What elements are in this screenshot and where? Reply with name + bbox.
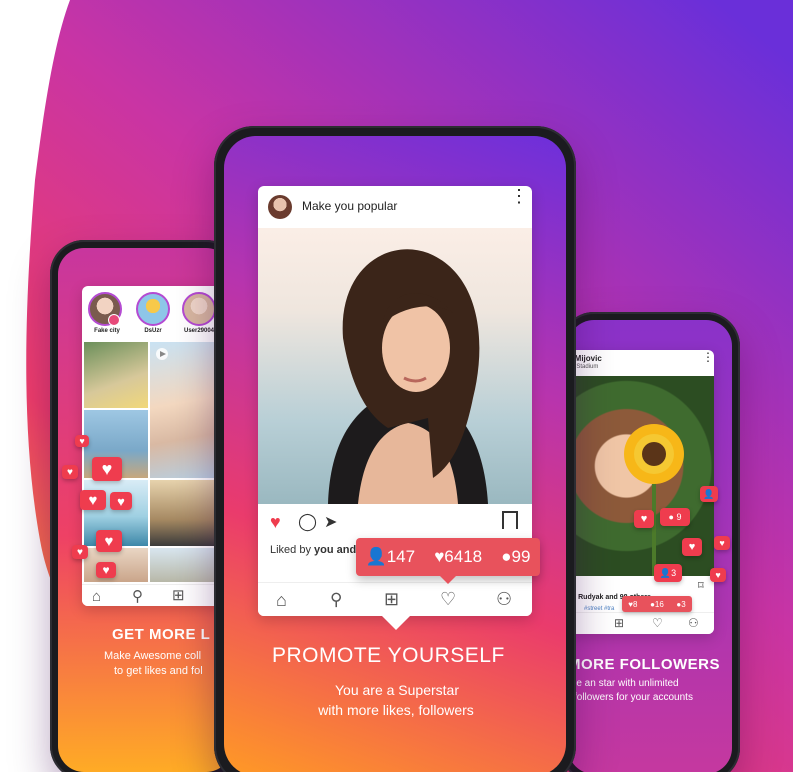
right-subtitle-line1: me an star with unlimited: [568, 678, 679, 689]
floating-heart-icon: ♥: [96, 562, 116, 578]
floating-heart-icon: ♥: [110, 492, 132, 510]
liked-by-prefix: Liked by: [270, 544, 315, 556]
floating-follower-icon: 👤: [700, 486, 718, 502]
add-post-icon[interactable]: ⊞: [614, 617, 624, 629]
center-phone-screen: Make you popular ⋮ ♥ ◯ ➤ Liked by you an…: [224, 136, 566, 772]
center-bottom-nav: ⌂ ⚲ ⊞ ♡ ⚇: [258, 582, 532, 616]
home-icon[interactable]: ⌂: [276, 591, 287, 609]
floating-heart-icon: ♥: [96, 530, 122, 552]
floating-follower-count: 👤 3: [654, 564, 682, 582]
activity-heart-icon[interactable]: ♡: [652, 617, 663, 629]
home-icon[interactable]: ⌂: [92, 589, 101, 604]
floating-heart-icon: ♥: [92, 457, 122, 481]
comments-stat: ●99: [501, 547, 531, 566]
search-icon[interactable]: ⚲: [132, 589, 143, 604]
grid-photo[interactable]: [150, 548, 214, 582]
bookmark-icon[interactable]: ⌑: [698, 579, 704, 592]
grid-photo[interactable]: [84, 342, 148, 408]
post-photo[interactable]: [258, 228, 532, 504]
left-subtitle-line2: to get likes and fol: [114, 665, 203, 677]
left-bottom-nav: ⌂ ⚲ ⊞: [82, 584, 232, 606]
liked-by-names[interactable]: you and: [314, 544, 356, 556]
right-stats-badge: ♥8 ●16 ●3: [622, 596, 692, 612]
left-subtitle-line1: Make Awesome coll: [104, 650, 202, 662]
add-post-icon[interactable]: ⊞: [172, 588, 185, 603]
floating-heart-icon: ♥: [710, 568, 726, 582]
right-heading: MORE FOLLOWERS: [568, 656, 720, 673]
left-feed-card: Fake city DsUzr User29004 ⌂ ⚲ ⊞: [82, 286, 232, 606]
grid-photo-video[interactable]: [150, 342, 214, 478]
comment-icon: ●16: [650, 599, 664, 609]
center-subtitle-line2: with more likes, followers: [318, 702, 474, 718]
post-title: Make you popular: [302, 199, 398, 213]
card-pointer: [382, 616, 410, 630]
grid-photo[interactable]: [150, 480, 214, 546]
share-icon[interactable]: ➤: [324, 512, 337, 532]
floating-heart-icon: ♥: [75, 435, 89, 447]
more-options-icon[interactable]: ⋮: [702, 351, 714, 363]
liked-by-text: Liked by you and: [270, 544, 356, 556]
story-avatar[interactable]: [182, 292, 216, 326]
center-subtitle-line1: You are a Superstar: [334, 682, 459, 698]
floating-heart-icon: ♥: [72, 545, 88, 559]
floating-heart-icon: ♥: [634, 510, 654, 528]
chat-icon: ●: [668, 512, 674, 522]
floating-heart-icon: ♥: [714, 536, 730, 550]
right-phone: a Mijovic ng Stadium ⋮ ➤ ⌑ sh Rudyak: [560, 312, 740, 772]
center-heading: PROMOTE YOURSELF: [272, 644, 505, 667]
comment-icon[interactable]: ◯: [298, 512, 317, 532]
center-phone: Make you popular ⋮ ♥ ◯ ➤ Liked by you an…: [214, 126, 576, 772]
heart-icon: ♥8: [628, 599, 638, 609]
add-post-icon[interactable]: ⊞: [384, 590, 399, 608]
profile-icon[interactable]: ⚇: [688, 617, 699, 629]
float-count: 3: [671, 568, 677, 578]
right-bottom-nav: ⊞ ♡ ⚇: [568, 612, 714, 634]
heart-icon: ♥: [434, 547, 445, 566]
bookmark-icon[interactable]: [502, 511, 518, 529]
float-count: 9: [676, 512, 682, 522]
left-phone-screen: Fake city DsUzr User29004 ⌂ ⚲ ⊞ GET MORE…: [58, 248, 232, 772]
post-author-avatar[interactable]: [268, 195, 292, 219]
left-heading: GET MORE L: [112, 626, 211, 643]
profile-icon[interactable]: ⚇: [496, 590, 512, 608]
person-icon: 👤: [659, 567, 672, 578]
floating-comment-count: ● 9: [660, 508, 690, 526]
follower-icon: ●3: [676, 599, 686, 609]
play-icon: [156, 348, 168, 360]
story-avatar[interactable]: [136, 292, 170, 326]
story-label: Fake city: [94, 328, 120, 334]
portrait-illustration: [328, 249, 488, 504]
grid-photo[interactable]: [84, 548, 148, 582]
person-icon: 👤: [365, 547, 387, 566]
story-badge-icon: [108, 314, 120, 326]
stats-badge: 👤147 ♥6418 ●99: [356, 538, 540, 576]
right-phone-screen: a Mijovic ng Stadium ⋮ ➤ ⌑ sh Rudyak: [568, 320, 732, 772]
story-label: DsUzr: [144, 328, 162, 334]
left-phone: Fake city DsUzr User29004 ⌂ ⚲ ⊞ GET MORE…: [50, 240, 240, 772]
followers-stat: 👤147: [365, 547, 416, 566]
promo-canvas: Fake city DsUzr User29004 ⌂ ⚲ ⊞ GET MORE…: [0, 0, 793, 772]
likes-stat: ♥6418: [434, 547, 483, 566]
activity-heart-icon[interactable]: ♡: [440, 590, 456, 608]
more-options-icon[interactable]: ⋮: [510, 187, 528, 205]
right-subtitle-line2: followers for your accounts: [574, 692, 693, 703]
floating-heart-icon: ♥: [62, 465, 78, 479]
floating-heart-icon: ♥: [682, 538, 702, 556]
speech-bubble-icon: ●: [501, 547, 512, 566]
right-post-card: a Mijovic ng Stadium ⋮ ➤ ⌑ sh Rudyak: [568, 350, 714, 634]
floating-heart-icon: ♥: [80, 490, 106, 510]
stats-badge-pointer: [440, 576, 456, 584]
like-heart-icon[interactable]: ♥: [270, 512, 281, 533]
search-icon[interactable]: ⚲: [330, 591, 342, 608]
